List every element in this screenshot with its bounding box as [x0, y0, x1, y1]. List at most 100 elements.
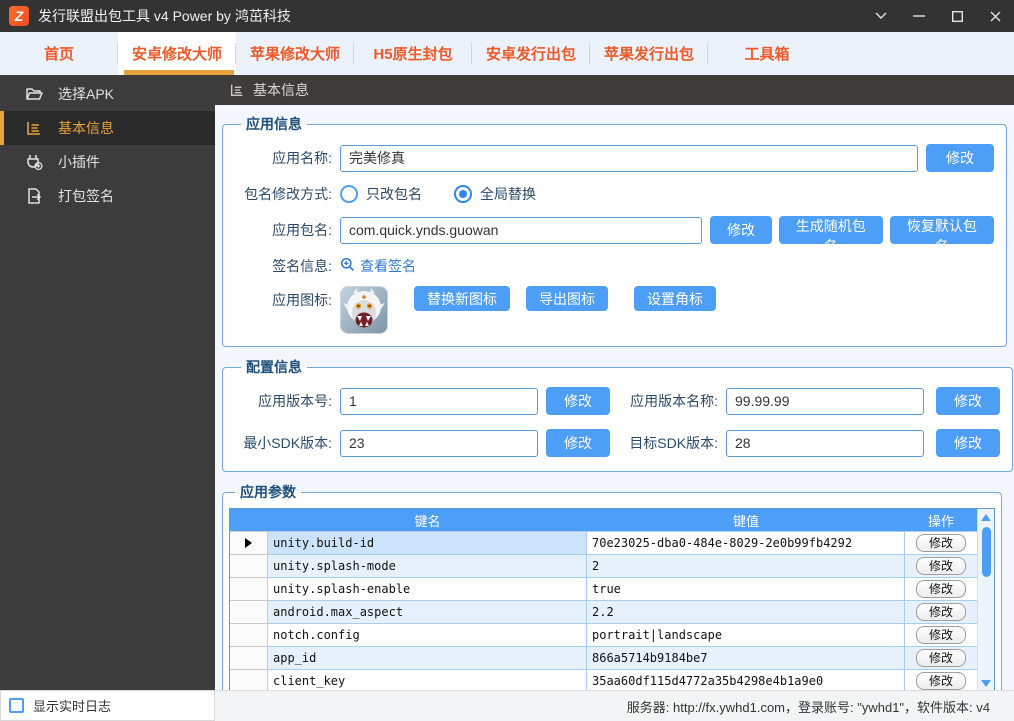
restore-pkg-button[interactable]: 恢复默认包名 [889, 216, 995, 254]
random-pkg-button[interactable]: 生成随机包名 [778, 216, 883, 254]
replace-icon-button[interactable]: 替换新图标 [414, 286, 510, 311]
chevron-down-icon[interactable] [862, 0, 900, 32]
row-selector-cell[interactable] [230, 623, 268, 646]
magnifier-plus-icon [340, 257, 355, 275]
params-legend: 应用参数 [240, 484, 296, 500]
param-value[interactable]: true [587, 577, 905, 600]
row-selector-cell[interactable] [230, 669, 268, 692]
sidebar-item-basic-info[interactable]: 基本信息 [0, 111, 215, 145]
export-icon-button[interactable]: 导出图标 [526, 286, 608, 311]
row-selector-cell[interactable] [230, 554, 268, 577]
sidebar-item-select-apk[interactable]: 选择APK [0, 77, 215, 111]
modify-param-button[interactable]: 修改 [915, 672, 966, 690]
pkg-name-input[interactable] [340, 216, 703, 244]
modify-param-button[interactable]: 修改 [915, 603, 966, 621]
tab-home[interactable]: 首页 [0, 32, 118, 75]
tab-bar: 首页 安卓修改大师 苹果修改大师 H5原生封包 安卓发行出包 苹果发行出包 工具… [0, 32, 1014, 75]
param-key[interactable]: client_key [268, 669, 587, 692]
param-key[interactable]: unity.build-id [268, 531, 587, 554]
page-title: 基本信息 [253, 82, 309, 98]
modify-version-code-button[interactable]: 修改 [546, 387, 610, 415]
param-key[interactable]: notch.config [268, 623, 587, 646]
tab-toolbox[interactable]: 工具箱 [708, 32, 826, 75]
version-code-input[interactable] [340, 387, 538, 415]
modify-pkg-button[interactable]: 修改 [710, 216, 772, 244]
param-key[interactable]: unity.splash-enable [268, 577, 587, 600]
target-sdk-input[interactable] [726, 429, 924, 457]
params-section: 应用参数 键名 键值 操作 unity.build-id 70e23025-db… [222, 482, 1002, 700]
param-value[interactable]: 866a5714b9184be7 [587, 646, 905, 669]
sign-info-row: 签名信息: 查看签名 [235, 256, 994, 276]
row-selector-cell[interactable] [230, 577, 268, 600]
modify-param-button[interactable]: 修改 [915, 534, 966, 552]
close-button[interactable] [976, 0, 1014, 32]
version-code-label: 应用版本号: [258, 393, 332, 409]
set-badge-button[interactable]: 设置角标 [634, 286, 716, 311]
table-row[interactable]: app_id 866a5714b9184be7 修改 [230, 646, 977, 669]
table-row[interactable]: unity.build-id 70e23025-dba0-484e-8029-2… [230, 531, 977, 554]
param-value[interactable]: 2 [587, 554, 905, 577]
tab-ios-modify[interactable]: 苹果修改大师 [236, 32, 354, 75]
modify-app-name-button[interactable]: 修改 [926, 144, 994, 172]
row-selector-cell[interactable] [230, 531, 268, 554]
app-info-legend: 应用信息 [246, 116, 302, 132]
app-icon-row: 应用图标: 替换新图标 导出图标 设置角标 [235, 286, 994, 334]
table-row[interactable]: unity.splash-mode 2 修改 [230, 554, 977, 577]
minimize-button[interactable] [900, 0, 938, 32]
modify-target-sdk-button[interactable]: 修改 [936, 429, 1000, 457]
modify-param-button[interactable]: 修改 [915, 649, 966, 667]
min-sdk-input[interactable] [340, 429, 538, 457]
folder-open-icon [25, 85, 43, 103]
scrollbar-thumb[interactable] [982, 527, 991, 577]
show-log-checkbox[interactable] [9, 698, 24, 713]
param-value[interactable]: 35aa60df115d4772a35b4298e4b1a9e0 [587, 669, 905, 692]
sidebar: 选择APK 基本信息 小插件 打包签名 [0, 75, 215, 690]
pkg-mode-row: 包名修改方式: 只改包名 全局替换 [235, 184, 994, 204]
config-row: 最小SDK版本: 修改 目标SDK版本: 修改 [235, 429, 1000, 457]
param-value[interactable]: 2.2 [587, 600, 905, 623]
modify-param-button[interactable]: 修改 [915, 580, 966, 598]
app-name-row: 应用名称: 修改 [235, 144, 994, 172]
scroll-down-icon[interactable] [981, 680, 991, 687]
table-scrollbar[interactable] [977, 509, 994, 692]
pkg-mode-label: 包名修改方式: [244, 186, 332, 202]
tab-android-modify[interactable]: 安卓修改大师 [118, 32, 236, 75]
param-value[interactable]: portrait|landscape [587, 623, 905, 646]
view-signature-link[interactable]: 查看签名 [360, 256, 416, 276]
titlebar: Z 发行联盟出包工具 v4 Power by 鸿茁科技 [0, 0, 1014, 32]
param-key[interactable]: android.max_aspect [268, 600, 587, 623]
tab-h5-package[interactable]: H5原生封包 [354, 32, 472, 75]
modify-param-button[interactable]: 修改 [915, 626, 966, 644]
plugin-icon [25, 153, 43, 171]
param-key[interactable]: app_id [268, 646, 587, 669]
sidebar-item-package-sign[interactable]: 打包签名 [0, 179, 215, 213]
package-sign-icon [25, 187, 43, 205]
app-name-label: 应用名称: [272, 150, 332, 166]
param-key[interactable]: unity.splash-mode [268, 554, 587, 577]
table-row[interactable]: unity.splash-enable true 修改 [230, 577, 977, 600]
status-text: 服务器: http://fx.ywhd1.com，登录账号: "ywhd1"，软… [626, 699, 990, 715]
sidebar-item-plugins[interactable]: 小插件 [0, 145, 215, 179]
version-name-label: 应用版本名称: [630, 393, 718, 409]
table-row[interactable]: android.max_aspect 2.2 修改 [230, 600, 977, 623]
radio-only-rename[interactable] [340, 185, 358, 203]
row-selector-cell[interactable] [230, 646, 268, 669]
app-name-input[interactable] [340, 144, 918, 172]
table-row[interactable]: notch.config portrait|landscape 修改 [230, 623, 977, 646]
modify-param-button[interactable]: 修改 [915, 557, 966, 575]
scroll-up-icon[interactable] [981, 514, 991, 521]
window-title: 发行联盟出包工具 v4 Power by 鸿茁科技 [38, 8, 291, 24]
column-header-value: 键值 [732, 513, 759, 529]
table-row[interactable]: client_key 35aa60df115d4772a35b4298e4b1a… [230, 669, 977, 692]
version-name-input[interactable] [726, 387, 924, 415]
tab-ios-publish[interactable]: 苹果发行出包 [590, 32, 708, 75]
modify-min-sdk-button[interactable]: 修改 [546, 429, 610, 457]
maximize-button[interactable] [938, 0, 976, 32]
modify-version-name-button[interactable]: 修改 [936, 387, 1000, 415]
pkg-name-label: 应用包名: [272, 222, 332, 238]
tab-android-publish[interactable]: 安卓发行出包 [472, 32, 590, 75]
radio-global-replace[interactable] [454, 185, 472, 203]
param-value[interactable]: 70e23025-dba0-484e-8029-2e0b99fb4292 [587, 531, 905, 554]
window-controls [862, 0, 1014, 32]
row-selector-cell[interactable] [230, 600, 268, 623]
